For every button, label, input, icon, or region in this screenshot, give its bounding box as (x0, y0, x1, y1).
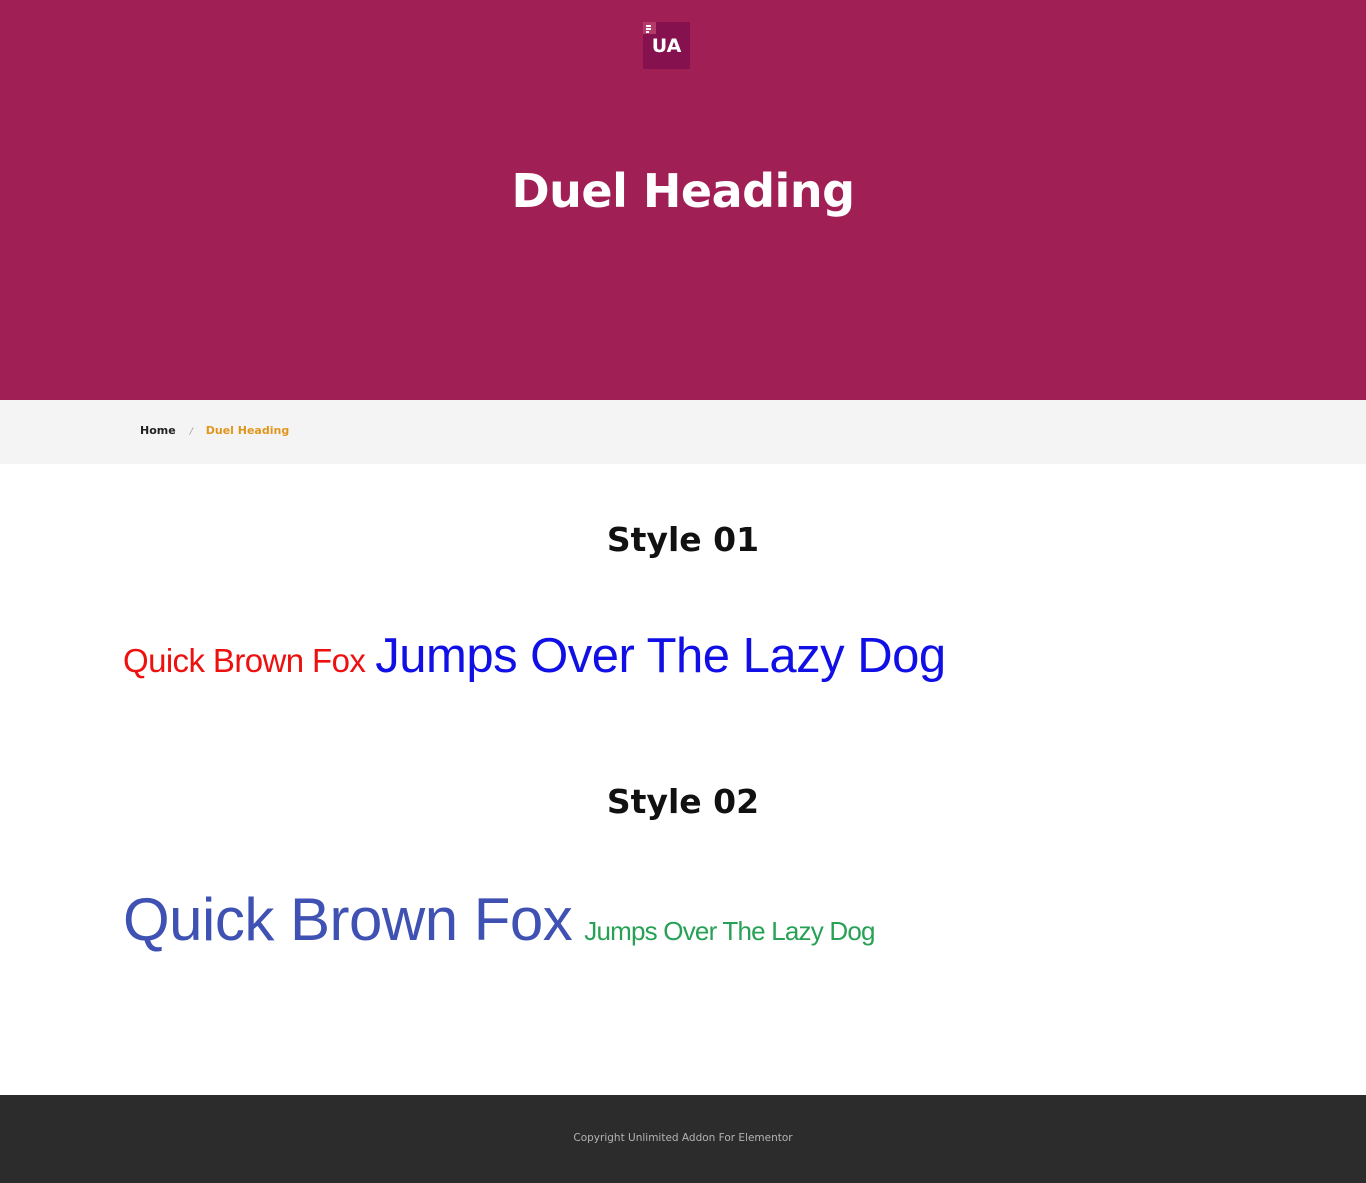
page-header: UA Duel Heading (0, 0, 1366, 400)
page-title: Duel Heading (511, 164, 855, 218)
logo-text: UA (651, 35, 682, 57)
site-logo[interactable]: UA (643, 22, 690, 69)
breadcrumb-current: Duel Heading (205, 424, 290, 437)
breadcrumb: Home / Duel Heading (140, 423, 289, 440)
dual-heading: Quick Brown Fox Jumps Over The Lazy Dog (123, 628, 946, 684)
breadcrumb-home-link[interactable]: Home (140, 424, 176, 437)
dual-heading-first-part: Quick Brown Fox (123, 886, 573, 953)
breadcrumb-separator: / (189, 427, 193, 437)
copyright-text: Copyright Unlimited Addon For Elementor (573, 1132, 793, 1144)
elementor-icon (643, 22, 656, 34)
dual-heading-second-part: Jumps Over The Lazy Dog (584, 916, 875, 946)
style-heading: Style 01 (606, 520, 760, 559)
dual-heading: Quick Brown Fox Jumps Over The Lazy Dog (123, 885, 875, 954)
breadcrumb-bar: Home / Duel Heading (0, 400, 1366, 464)
dual-heading-first-part: Quick Brown Fox (123, 642, 366, 679)
dual-heading-second-part: Jumps Over The Lazy Dog (375, 629, 946, 683)
style-heading: Style 02 (606, 782, 760, 821)
site-footer: Copyright Unlimited Addon For Elementor (0, 1095, 1366, 1183)
